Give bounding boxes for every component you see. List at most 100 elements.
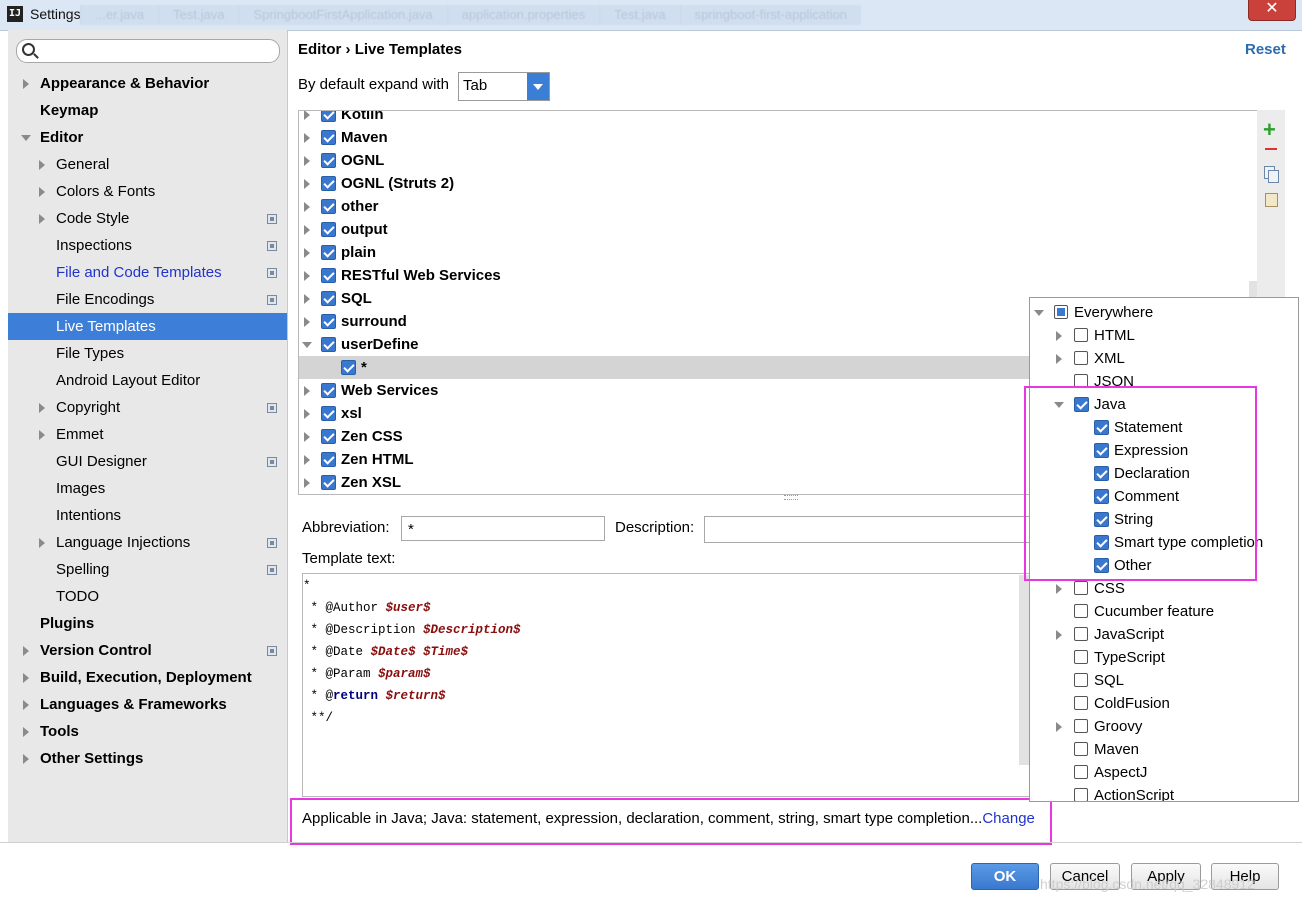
sidebar-item[interactable]: Android Layout Editor bbox=[8, 367, 287, 394]
chevron-right-icon[interactable] bbox=[23, 79, 29, 89]
sidebar-item[interactable]: Colors & Fonts bbox=[8, 178, 287, 205]
checkbox[interactable] bbox=[1074, 650, 1088, 664]
copy-icon[interactable] bbox=[1264, 166, 1279, 183]
sidebar-item[interactable]: File Encodings bbox=[8, 286, 287, 313]
sidebar-item[interactable]: GUI Designer bbox=[8, 448, 287, 475]
checkbox[interactable] bbox=[321, 176, 336, 191]
chevron-down-icon[interactable] bbox=[302, 342, 312, 348]
checkbox[interactable] bbox=[1074, 351, 1088, 365]
chevron-right-icon[interactable] bbox=[304, 478, 310, 488]
sidebar-item[interactable]: Version Control bbox=[8, 637, 287, 664]
chevron-right-icon[interactable] bbox=[39, 403, 45, 413]
edit-variables-icon[interactable] bbox=[1265, 193, 1278, 207]
checkbox[interactable] bbox=[1074, 604, 1088, 618]
splitter-handle[interactable] bbox=[784, 495, 798, 500]
sidebar-item[interactable]: Other Settings bbox=[8, 745, 287, 772]
checkbox[interactable] bbox=[1074, 719, 1088, 733]
checkbox[interactable] bbox=[1074, 328, 1088, 342]
context-item[interactable]: Cucumber feature bbox=[1030, 600, 1298, 623]
chevron-down-icon[interactable] bbox=[1034, 310, 1044, 316]
chevron-right-icon[interactable] bbox=[304, 271, 310, 281]
checkbox[interactable] bbox=[321, 429, 336, 444]
template-group-row[interactable]: Kotlin bbox=[299, 111, 1257, 126]
template-group-row[interactable]: OGNL bbox=[299, 149, 1257, 172]
context-item[interactable]: TypeScript bbox=[1030, 646, 1298, 669]
sidebar-item[interactable]: Plugins bbox=[8, 610, 287, 637]
context-item[interactable]: ActionScript bbox=[1030, 784, 1298, 801]
checkbox[interactable] bbox=[1074, 765, 1088, 779]
chevron-right-icon[interactable] bbox=[304, 133, 310, 143]
close-button[interactable]: ✕ bbox=[1248, 0, 1296, 21]
chevron-right-icon[interactable] bbox=[304, 455, 310, 465]
sidebar-item[interactable]: Emmet bbox=[8, 421, 287, 448]
checkbox[interactable] bbox=[1074, 673, 1088, 687]
checkbox[interactable] bbox=[321, 337, 336, 352]
sidebar-item[interactable]: Keymap bbox=[8, 97, 287, 124]
sidebar-item[interactable]: Editor bbox=[8, 124, 287, 151]
sidebar-item[interactable]: Build, Execution, Deployment bbox=[8, 664, 287, 691]
sidebar-item[interactable]: Live Templates bbox=[8, 313, 287, 340]
settings-search-input[interactable] bbox=[16, 39, 280, 63]
template-group-row[interactable]: RESTful Web Services bbox=[299, 264, 1257, 287]
sidebar-item[interactable]: File Types bbox=[8, 340, 287, 367]
chevron-right-icon[interactable] bbox=[304, 294, 310, 304]
template-group-row[interactable]: other bbox=[299, 195, 1257, 218]
chevron-right-icon[interactable] bbox=[304, 179, 310, 189]
expand-with-select[interactable]: Tab bbox=[458, 72, 550, 101]
checkbox[interactable] bbox=[1074, 627, 1088, 641]
chevron-right-icon[interactable] bbox=[304, 111, 310, 120]
checkbox[interactable] bbox=[1074, 696, 1088, 710]
checkbox[interactable] bbox=[321, 291, 336, 306]
chevron-right-icon[interactable] bbox=[1056, 331, 1062, 341]
description-input[interactable] bbox=[704, 516, 1036, 543]
checkbox[interactable] bbox=[341, 360, 356, 375]
reset-link[interactable]: Reset bbox=[1245, 41, 1286, 58]
template-group-row[interactable]: Maven bbox=[299, 126, 1257, 149]
chevron-right-icon[interactable] bbox=[304, 432, 310, 442]
chevron-right-icon[interactable] bbox=[23, 646, 29, 656]
sidebar-item[interactable]: Inspections bbox=[8, 232, 287, 259]
sidebar-item[interactable]: File and Code Templates bbox=[8, 259, 287, 286]
sidebar-item[interactable]: General bbox=[8, 151, 287, 178]
checkbox[interactable] bbox=[321, 268, 336, 283]
chevron-right-icon[interactable] bbox=[304, 248, 310, 258]
checkbox[interactable] bbox=[321, 475, 336, 490]
context-item[interactable]: Maven bbox=[1030, 738, 1298, 761]
template-text-editor[interactable]: * * @Author $user$ * @Description $Descr… bbox=[302, 573, 1032, 797]
sidebar-item[interactable]: Tools bbox=[8, 718, 287, 745]
add-icon[interactable]: + bbox=[1263, 119, 1276, 141]
chevron-right-icon[interactable] bbox=[304, 156, 310, 166]
chevron-right-icon[interactable] bbox=[23, 700, 29, 710]
chevron-right-icon[interactable] bbox=[39, 430, 45, 440]
template-group-row[interactable]: plain bbox=[299, 241, 1257, 264]
sidebar-item[interactable]: Appearance & Behavior bbox=[8, 70, 287, 97]
checkbox[interactable] bbox=[321, 406, 336, 421]
context-item[interactable]: XML bbox=[1030, 347, 1298, 370]
checkbox[interactable] bbox=[321, 153, 336, 168]
checkbox[interactable] bbox=[1074, 742, 1088, 756]
template-group-row[interactable]: output bbox=[299, 218, 1257, 241]
checkbox[interactable] bbox=[321, 314, 336, 329]
context-item[interactable]: AspectJ bbox=[1030, 761, 1298, 784]
chevron-right-icon[interactable] bbox=[39, 160, 45, 170]
template-group-row[interactable]: OGNL (Struts 2) bbox=[299, 172, 1257, 195]
chevron-right-icon[interactable] bbox=[304, 409, 310, 419]
checkbox[interactable] bbox=[321, 222, 336, 237]
chevron-right-icon[interactable] bbox=[23, 754, 29, 764]
chevron-down-icon[interactable] bbox=[527, 73, 549, 100]
chevron-right-icon[interactable] bbox=[304, 202, 310, 212]
sidebar-item[interactable]: Spelling bbox=[8, 556, 287, 583]
checkbox[interactable] bbox=[321, 452, 336, 467]
chevron-right-icon[interactable] bbox=[1056, 630, 1062, 640]
context-item[interactable]: Groovy bbox=[1030, 715, 1298, 738]
checkbox[interactable] bbox=[321, 245, 336, 260]
editor-scrollbar[interactable] bbox=[1019, 575, 1029, 765]
chevron-right-icon[interactable] bbox=[304, 317, 310, 327]
sidebar-item[interactable]: Intentions bbox=[8, 502, 287, 529]
context-item[interactable]: Everywhere bbox=[1030, 301, 1298, 324]
chevron-right-icon[interactable] bbox=[304, 386, 310, 396]
chevron-right-icon[interactable] bbox=[23, 727, 29, 737]
checkbox[interactable] bbox=[1054, 305, 1068, 319]
context-item[interactable]: HTML bbox=[1030, 324, 1298, 347]
chevron-down-icon[interactable] bbox=[21, 135, 31, 141]
